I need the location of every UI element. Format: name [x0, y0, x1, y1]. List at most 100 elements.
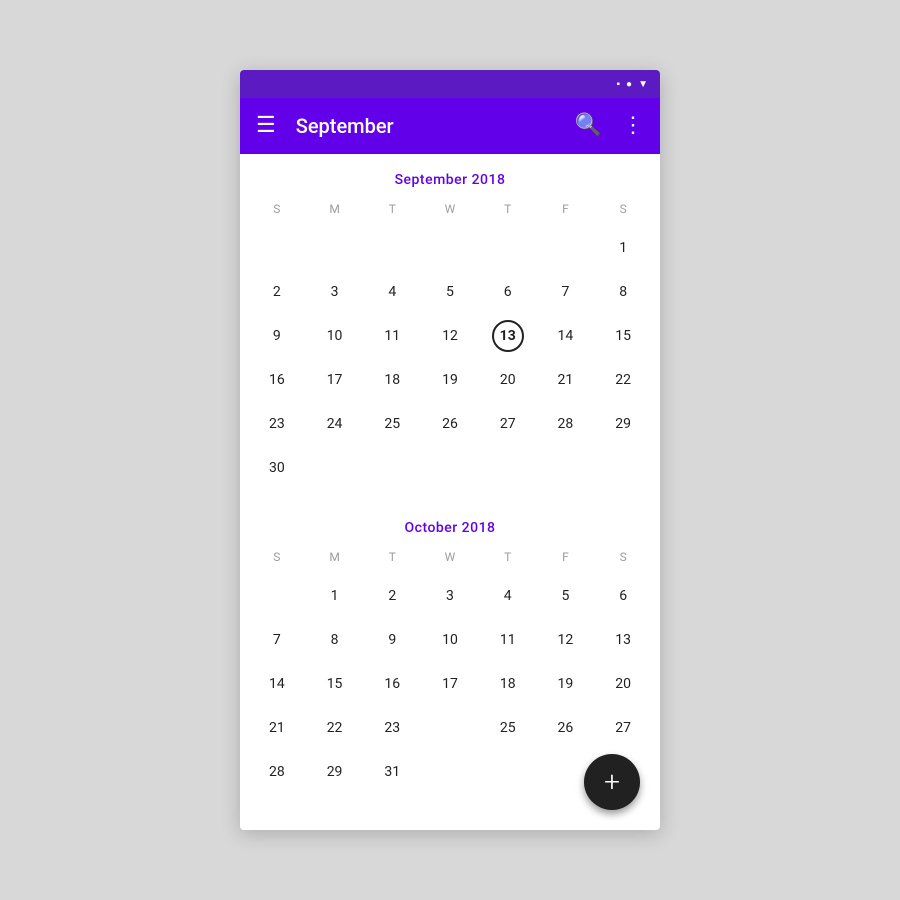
cal-cell-day-16[interactable]: 16	[248, 358, 306, 402]
cal-cell-day-24[interactable]: 24	[306, 402, 364, 446]
cal-cell-day-25[interactable]: 25	[479, 706, 537, 750]
phone-frame: ☰ September 🔍 ⋮ September 2018SMTWTFS123…	[240, 70, 660, 830]
more-icon[interactable]: ⋮	[622, 115, 644, 137]
cal-cell-day-8[interactable]: 8	[306, 618, 364, 662]
cal-cell-day-12[interactable]: 12	[537, 618, 595, 662]
cal-cell-empty	[421, 750, 479, 794]
cal-cell-empty	[537, 226, 595, 270]
day-header-4: T	[479, 544, 537, 570]
cal-cell-day-10[interactable]: 10	[421, 618, 479, 662]
add-event-fab[interactable]: +	[584, 754, 640, 810]
day-header-0: S	[248, 196, 306, 222]
cal-cell-empty	[421, 706, 479, 750]
cal-cell-empty	[479, 750, 537, 794]
cal-cell-day-5[interactable]: 5	[537, 574, 595, 618]
cal-cell-day-17[interactable]: 17	[421, 662, 479, 706]
cal-cell-day-15[interactable]: 15	[306, 662, 364, 706]
cal-cell-empty	[248, 574, 306, 618]
cal-cell-day-23[interactable]: 23	[363, 706, 421, 750]
month-section-october-2018: October 2018SMTWTFS123456789101112131415…	[240, 502, 660, 794]
cal-cell-day-27[interactable]: 27	[479, 402, 537, 446]
cal-cell-day-6[interactable]: 6	[594, 574, 652, 618]
cal-cell-day-9[interactable]: 9	[248, 314, 306, 358]
cal-cell-day-3[interactable]: 3	[421, 574, 479, 618]
cal-cell-day-10[interactable]: 10	[306, 314, 364, 358]
day-header-1: M	[306, 544, 364, 570]
day-header-3: W	[421, 544, 479, 570]
cal-cell-day-22[interactable]: 22	[594, 358, 652, 402]
cal-cell-day-18[interactable]: 18	[479, 662, 537, 706]
cal-cell-empty	[363, 226, 421, 270]
cal-cell-day-26[interactable]: 26	[421, 402, 479, 446]
cal-cell-day-1[interactable]: 1	[306, 574, 364, 618]
cal-cell-day-28[interactable]: 28	[537, 402, 595, 446]
cal-cell-empty	[248, 226, 306, 270]
cal-cell-day-20[interactable]: 20	[479, 358, 537, 402]
cal-cell-empty	[306, 446, 364, 490]
cal-cell-day-31[interactable]: 31	[363, 750, 421, 794]
search-icon[interactable]: 🔍	[575, 115, 602, 137]
cal-cell-day-1[interactable]: 1	[594, 226, 652, 270]
day-header-2: T	[363, 196, 421, 222]
cal-cell-day-25[interactable]: 25	[363, 402, 421, 446]
cal-cell-day-4[interactable]: 4	[479, 574, 537, 618]
cal-grid-september-2018: 1234567891011121314151617181920212223242…	[248, 226, 652, 490]
cal-cell-day-11[interactable]: 11	[479, 618, 537, 662]
cal-cell-day-30[interactable]: 30	[248, 446, 306, 490]
calendar-content: September 2018SMTWTFS1234567891011121314…	[240, 154, 660, 830]
cal-cell-day-18[interactable]: 18	[363, 358, 421, 402]
cal-cell-day-13[interactable]: 13	[479, 314, 537, 358]
cal-cell-day-19[interactable]: 19	[421, 358, 479, 402]
cal-cell-day-5[interactable]: 5	[421, 270, 479, 314]
cal-cell-day-11[interactable]: 11	[363, 314, 421, 358]
cal-cell-day-22[interactable]: 22	[306, 706, 364, 750]
cal-cell-day-21[interactable]: 21	[248, 706, 306, 750]
cal-cell-empty	[479, 226, 537, 270]
cal-cell-day-14[interactable]: 14	[248, 662, 306, 706]
cal-cell-day-9[interactable]: 9	[363, 618, 421, 662]
cal-cell-day-14[interactable]: 14	[537, 314, 595, 358]
cal-cell-day-6[interactable]: 6	[479, 270, 537, 314]
cal-cell-day-15[interactable]: 15	[594, 314, 652, 358]
day-header-6: S	[594, 544, 652, 570]
cal-cell-day-27[interactable]: 27	[594, 706, 652, 750]
cal-cell-day-17[interactable]: 17	[306, 358, 364, 402]
status-icon-triangle	[638, 79, 648, 90]
day-header-1: M	[306, 196, 364, 222]
cal-cell-day-12[interactable]: 12	[421, 314, 479, 358]
cal-cell-day-19[interactable]: 19	[537, 662, 595, 706]
month-section-september-2018: September 2018SMTWTFS1234567891011121314…	[240, 154, 660, 502]
cal-cell-day-26[interactable]: 26	[537, 706, 595, 750]
app-bar: ☰ September 🔍 ⋮	[240, 98, 660, 154]
cal-cell-day-29[interactable]: 29	[306, 750, 364, 794]
cal-cell-day-13[interactable]: 13	[594, 618, 652, 662]
cal-cell-day-2[interactable]: 2	[248, 270, 306, 314]
month-title-october-2018: October 2018	[248, 502, 652, 544]
add-icon: +	[604, 768, 620, 796]
cal-cell-day-20[interactable]: 20	[594, 662, 652, 706]
cal-cell-day-28[interactable]: 28	[248, 750, 306, 794]
cal-cell-empty	[479, 446, 537, 490]
cal-cell-empty	[421, 226, 479, 270]
cal-cell-empty	[594, 446, 652, 490]
menu-icon[interactable]: ☰	[256, 115, 276, 137]
day-header-0: S	[248, 544, 306, 570]
day-header-5: F	[537, 196, 595, 222]
cal-cell-day-7[interactable]: 7	[537, 270, 595, 314]
cal-grid-october-2018: 1234567891011121314151617181920212223252…	[248, 574, 652, 794]
cal-cell-day-16[interactable]: 16	[363, 662, 421, 706]
cal-cell-empty	[421, 446, 479, 490]
cal-cell-day-21[interactable]: 21	[537, 358, 595, 402]
cal-cell-day-8[interactable]: 8	[594, 270, 652, 314]
day-header-5: F	[537, 544, 595, 570]
cal-cell-day-23[interactable]: 23	[248, 402, 306, 446]
cal-cell-day-3[interactable]: 3	[306, 270, 364, 314]
day-headers-september-2018: SMTWTFS	[248, 196, 652, 222]
day-header-3: W	[421, 196, 479, 222]
cal-cell-day-7[interactable]: 7	[248, 618, 306, 662]
cal-cell-day-2[interactable]: 2	[363, 574, 421, 618]
day-headers-october-2018: SMTWTFS	[248, 544, 652, 570]
status-icon-circle	[626, 79, 632, 90]
cal-cell-day-29[interactable]: 29	[594, 402, 652, 446]
cal-cell-day-4[interactable]: 4	[363, 270, 421, 314]
